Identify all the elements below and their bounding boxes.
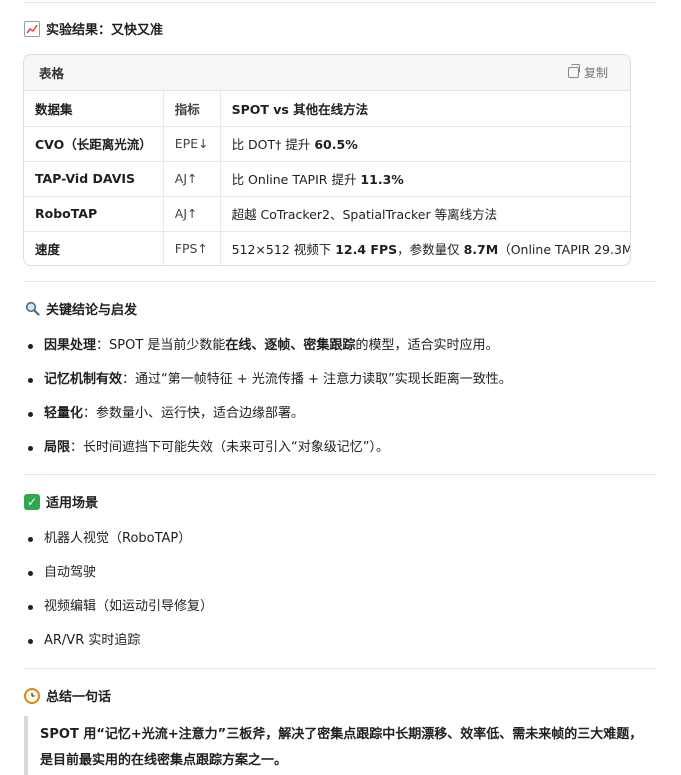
insight-text: 的模型，适合实时应用。	[355, 338, 499, 353]
insight-term: 记忆机制有效	[44, 372, 123, 387]
summary-title: 总结一句话	[46, 690, 112, 705]
summary-quote: SPOT 用“记忆+光流+注意力”三板斧，解决了密集点跟踪中长期漂移、效率低、需…	[24, 716, 644, 775]
metric-cell: FPS↑	[163, 231, 221, 265]
comparison-value: 8.7M	[463, 242, 499, 258]
dataset-cell: CVO（长距离光流）	[24, 126, 164, 162]
scenarios-list: 机器人视觉（RoboTAP） 自动驾驶 视频编辑（如运动引导修复） AR/VR …	[24, 529, 213, 665]
results-title: 实验结果：又快又准	[46, 23, 164, 38]
comparison-text: ，参数量仅	[397, 242, 464, 258]
insight-term: 轻量化	[44, 406, 84, 421]
table-label: 表格	[39, 66, 65, 81]
list-item: 视频编辑（如运动引导修复）	[24, 597, 213, 631]
summary-heading: 总结一句话	[24, 686, 111, 705]
insight-text: ：SPOT 是当前少数能	[96, 338, 226, 353]
copy-label: 复制	[583, 66, 608, 80]
list-item: 自动驾驶	[24, 563, 213, 597]
dataset-cell: RoboTAP	[24, 196, 164, 232]
insight-term: 因果处理	[44, 338, 97, 353]
comparison-value: 12.4 FPS	[335, 242, 398, 258]
scenarios-heading: ✓ 适用场景	[24, 492, 98, 511]
dataset-cell: TAP-Vid DAVIS	[24, 161, 164, 197]
chart-increasing-icon	[24, 20, 40, 37]
comparison-cell: 比 DOT† 提升 60.5%	[220, 126, 630, 162]
insight-text: ：参数量小、运行快，适合边缘部署。	[83, 406, 305, 421]
table-row: TAP-Vid DAVIS AJ↑ 比 Online TAPIR 提升 11.3…	[24, 161, 630, 197]
divider	[24, 668, 657, 669]
list-item: 局限：长时间遮挡下可能失效（未来可引入“对象级记忆”）。	[24, 438, 512, 472]
copy-icon	[567, 64, 580, 78]
comparison-cell: 比 Online TAPIR 提升 11.3%	[220, 161, 630, 197]
insight-text: ：通过“第一帧特征 + 光流传播 + 注意力读取”实现长距离一致性。	[122, 372, 512, 387]
list-item: 记忆机制有效：通过“第一帧特征 + 光流传播 + 注意力读取”实现长距离一致性。	[24, 370, 512, 404]
column-header: 数据集	[24, 91, 164, 127]
column-header: 指标	[163, 91, 221, 127]
comparison-value: 11.3%	[360, 172, 404, 187]
insight-emphasis: 在线、逐帧、密集跟踪	[225, 338, 356, 353]
results-table: 数据集 指标 SPOT vs 其他在线方法 CVO（长距离光流） EPE↓ 比 …	[24, 91, 631, 265]
copy-button[interactable]: 复制	[567, 64, 608, 81]
table-row: 速度 FPS↑ 512×512 视频下 12.4 FPS，参数量仅 8.7M（O…	[24, 231, 631, 265]
comparison-text: （Online TAPIR 29.3M）	[498, 242, 631, 258]
comparison-text: 超越 CoTracker2、SpatialTracker 等离线方法	[231, 207, 498, 222]
list-item: 因果处理：SPOT 是当前少数能在线、逐帧、密集跟踪的模型，适合实时应用。	[24, 336, 512, 370]
comparison-text: 512×512 视频下	[231, 242, 336, 258]
scenarios-title: 适用场景	[46, 496, 99, 511]
comparison-text: 比 Online TAPIR 提升	[231, 172, 361, 187]
comparison-cell: 超越 CoTracker2、SpatialTracker 等离线方法	[220, 196, 630, 232]
metric-cell: AJ↑	[163, 161, 221, 197]
table-header-row: 数据集 指标 SPOT vs 其他在线方法	[24, 91, 630, 127]
comparison-text: 比 DOT† 提升	[231, 137, 315, 152]
dataset-cell: 速度	[24, 231, 164, 265]
clock-icon	[24, 687, 40, 704]
table-row: RoboTAP AJ↑ 超越 CoTracker2、SpatialTracker…	[24, 196, 630, 232]
list-item: 机器人视觉（RoboTAP）	[24, 529, 213, 563]
divider	[24, 474, 657, 475]
insight-term: 局限	[44, 440, 71, 455]
comparison-value: 60.5%	[314, 137, 358, 152]
results-heading: 实验结果：又快又准	[24, 19, 163, 38]
comparison-cell: 512×512 视频下 12.4 FPS，参数量仅 8.7M（Online TA…	[220, 231, 631, 265]
summary-text: SPOT 用“记忆+光流+注意力”三板斧，解决了密集点跟踪中长期漂移、效率低、需…	[40, 727, 643, 768]
column-header: SPOT vs 其他在线方法	[220, 91, 630, 127]
metric-cell: AJ↑	[163, 196, 221, 232]
metric-cell: EPE↓	[163, 126, 221, 162]
list-item: 轻量化：参数量小、运行快，适合边缘部署。	[24, 404, 512, 438]
magnifying-glass-icon	[24, 301, 40, 317]
insights-title: 关键结论与启发	[46, 303, 138, 318]
divider	[24, 281, 657, 282]
results-table-card: 表格 复制 数据集 指标 SPOT vs 其他在线方法 CVO（长距离光流） E…	[23, 54, 631, 266]
insights-list: 因果处理：SPOT 是当前少数能在线、逐帧、密集跟踪的模型，适合实时应用。 记忆…	[24, 336, 512, 472]
table-row: CVO（长距离光流） EPE↓ 比 DOT† 提升 60.5%	[24, 126, 630, 162]
table-header-bar: 表格 复制	[24, 55, 630, 91]
insights-heading: 关键结论与启发	[24, 299, 137, 318]
list-item: AR/VR 实时追踪	[24, 631, 213, 665]
divider	[24, 2, 657, 3]
check-mark-button-icon: ✓	[24, 493, 40, 510]
insight-text: ：长时间遮挡下可能失效（未来可引入“对象级记忆”）。	[70, 440, 389, 455]
